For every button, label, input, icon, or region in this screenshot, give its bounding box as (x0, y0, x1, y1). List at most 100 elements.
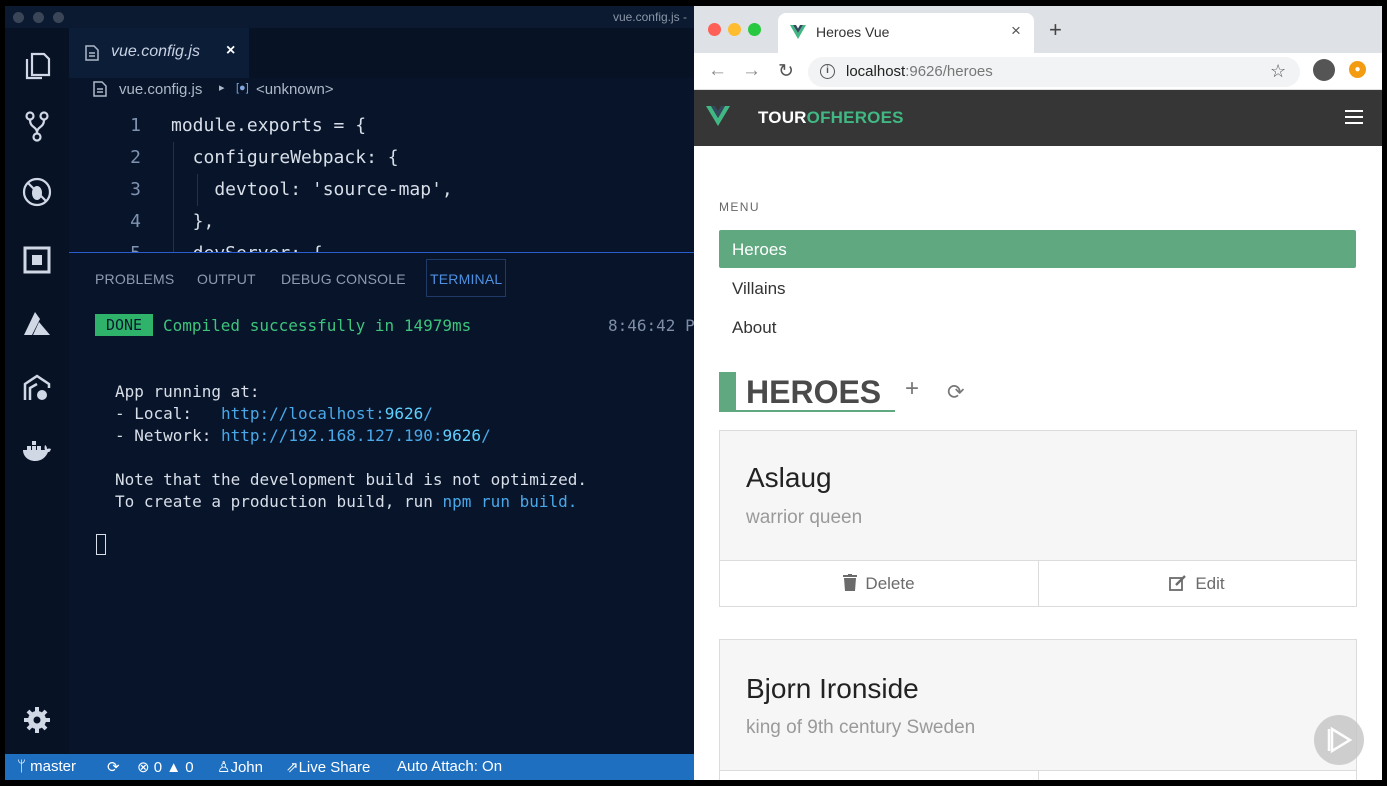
user-status[interactable]: ♙John (217, 758, 263, 776)
refresh-icon[interactable]: ⟳ (947, 380, 965, 405)
problems-status[interactable]: ⊗ 0 ▲ 0 (137, 758, 194, 776)
live-share-icon: ⇗ (286, 759, 299, 776)
live-share-button[interactable]: ⇗Live Share (286, 758, 370, 776)
vscode-titlebar: vue.config.js - (5, 6, 695, 28)
local-url[interactable]: http://localhost:9626/ (221, 404, 433, 423)
brand-title[interactable]: TOUROFHEROES (758, 108, 904, 128)
vue-logo-icon (790, 25, 806, 39)
url-input[interactable]: i localhost:9626/heroes ☆ (808, 57, 1300, 87)
card-footer: Delete Edit (720, 560, 1356, 607)
url-prefix: http://192.168.127.190: (220, 426, 443, 445)
user-name: John (230, 759, 263, 776)
person-icon: ♙ (217, 759, 231, 776)
vue-logo-icon[interactable] (706, 106, 730, 126)
delete-button[interactable]: Delete (720, 561, 1038, 607)
trash-icon (843, 574, 858, 591)
compiled-message: Compiled successfully in 14979ms (163, 316, 472, 335)
hamburger-menu-icon[interactable] (1345, 110, 1363, 124)
brand-part: OF (806, 108, 831, 127)
branch-status[interactable]: ᛘ master (17, 758, 76, 775)
warning-icon: ▲ (162, 759, 186, 776)
settings-gear-icon[interactable] (21, 704, 53, 736)
extensions-icon[interactable] (21, 244, 53, 276)
minimize-window-button[interactable] (728, 23, 741, 36)
terminal[interactable]: DONE Compiled successfully in 14979ms 8:… (69, 253, 695, 754)
terminal-line: - Local: http://localhost:9626/ (115, 404, 433, 423)
code-line[interactable]: devtool: 'source-map', (171, 179, 452, 200)
menu-label: MENU (719, 200, 760, 214)
menu-item-villains[interactable]: Villains (719, 269, 1356, 307)
local-label: - Local: (115, 404, 221, 423)
close-window-button[interactable] (13, 12, 24, 23)
play-icon (1327, 726, 1353, 754)
breadcrumb-file[interactable]: vue.config.js (119, 81, 202, 98)
minimize-window-button[interactable] (33, 12, 44, 23)
browser-tab-strip: Heroes Vue × + (694, 6, 1382, 53)
card-footer (720, 770, 1356, 780)
editor-tab-bar: vue.config.js × (69, 28, 695, 78)
divider (1038, 771, 1039, 780)
close-window-button[interactable] (708, 23, 721, 36)
brand-part: TOUR (758, 108, 807, 127)
info-icon[interactable]: i (820, 64, 835, 79)
reload-icon[interactable]: ↻ (778, 60, 794, 83)
menu-item-about[interactable]: About (719, 308, 1356, 346)
code-editor[interactable]: 1 module.exports = { 2 configureWebpack:… (69, 106, 695, 252)
close-icon[interactable]: × (226, 42, 235, 60)
browser-tab[interactable]: Heroes Vue × (778, 13, 1034, 53)
code-line[interactable]: }, (171, 211, 215, 232)
bookmark-star-icon[interactable]: ☆ (1270, 61, 1286, 82)
source-control-icon[interactable] (21, 110, 53, 142)
url-suffix: / (481, 426, 491, 445)
profile-avatar[interactable] (1313, 59, 1335, 81)
play-button[interactable] (1314, 715, 1364, 765)
status-bar: ᛘ master ⟳ ⊗ 0 ▲ 0 ♙John ⇗Live Share Aut… (5, 754, 695, 780)
forward-arrow-icon[interactable]: → (742, 60, 761, 82)
back-arrow-icon[interactable]: ← (708, 60, 727, 82)
edit-button[interactable]: Edit (1038, 561, 1356, 607)
maximize-window-button[interactable] (748, 23, 761, 36)
add-hero-button[interactable]: + (905, 375, 919, 403)
hero-card: Aslaug warrior queen Delete Edit (719, 430, 1357, 607)
hero-name: Aslaug (746, 462, 832, 493)
breadcrumb-symbol[interactable]: <unknown> (256, 81, 334, 98)
section-accent-bar (719, 372, 736, 412)
docker-icon[interactable] (21, 436, 53, 468)
auto-attach-status[interactable]: Auto Attach: On (397, 758, 502, 775)
line-number: 3 (130, 179, 141, 200)
network-url[interactable]: http://192.168.127.190:9626/ (221, 426, 491, 445)
tab-label: vue.config.js (111, 43, 200, 60)
tab-title: Heroes Vue (816, 24, 890, 40)
branch-name: master (30, 758, 77, 775)
debug-icon[interactable] (21, 176, 53, 208)
url-host: localhost (846, 63, 906, 80)
error-count: 0 (153, 759, 163, 776)
sync-icon[interactable]: ⟳ (107, 758, 120, 776)
app-navbar: TOUROFHEROES (694, 90, 1382, 146)
bottom-panel: PROBLEMS OUTPUT DEBUG CONSOLE TERMINAL D… (69, 253, 695, 754)
files-icon[interactable] (21, 50, 53, 82)
deploy-icon[interactable] (21, 372, 53, 404)
symbol-icon: [●] (236, 82, 249, 94)
extension-icon[interactable]: ● (1349, 61, 1366, 78)
azure-icon[interactable] (21, 308, 53, 340)
new-tab-button[interactable]: + (1049, 17, 1062, 43)
maximize-window-button[interactable] (53, 12, 64, 23)
file-icon (85, 45, 99, 61)
terminal-cursor (96, 534, 106, 555)
menu-item-heroes[interactable]: Heroes (719, 230, 1356, 268)
breadcrumb: vue.config.js ▸ [●] <unknown> (69, 78, 695, 102)
activity-bar (5, 28, 69, 754)
code-line[interactable]: devServer: { (171, 243, 323, 252)
line-number: 4 (130, 211, 141, 232)
chevron-right-icon: ▸ (219, 82, 225, 94)
network-label: - Network: (115, 426, 221, 445)
section-title: HEROES (746, 374, 882, 410)
warning-count: 0 (185, 759, 194, 776)
terminal-line: Note that the development build is not o… (115, 470, 588, 489)
edit-label: Edit (1195, 574, 1225, 593)
editor-tab[interactable]: vue.config.js × (69, 28, 249, 78)
close-icon[interactable]: × (1011, 21, 1021, 41)
code-line[interactable]: module.exports = { (171, 115, 366, 136)
code-line[interactable]: configureWebpack: { (171, 147, 399, 168)
